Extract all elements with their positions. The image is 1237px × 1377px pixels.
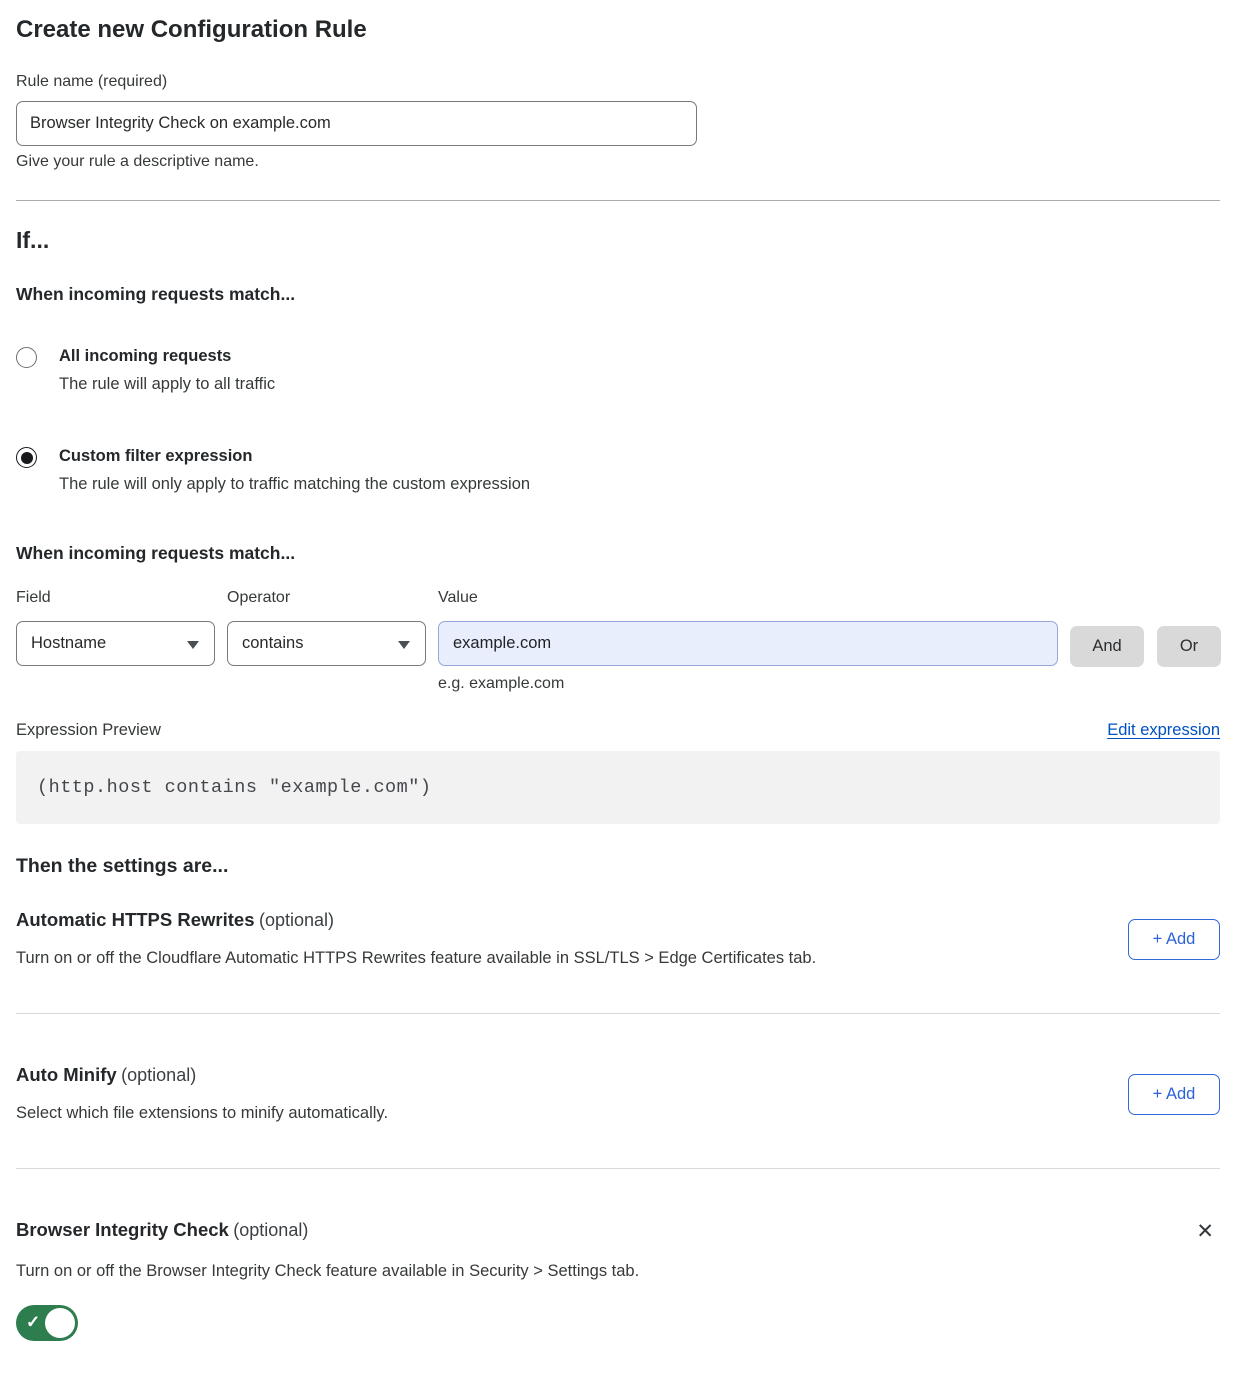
- field-select[interactable]: Hostname: [16, 621, 215, 666]
- setting-description: Turn on or off the Browser Integrity Che…: [16, 1262, 1220, 1281]
- if-heading: If...: [16, 227, 1220, 254]
- setting-title: Auto Minify: [16, 1064, 117, 1085]
- setting-header: Browser Integrity Check (optional) ✕: [16, 1219, 1220, 1244]
- setting-text: Auto Minify (optional) Select which file…: [16, 1064, 388, 1123]
- browser-integrity-check-toggle[interactable]: ✓: [16, 1305, 78, 1341]
- operator-column: Operator contains: [227, 589, 426, 693]
- add-auto-minify-button[interactable]: + Add: [1128, 1074, 1220, 1115]
- chevron-down-icon: [187, 641, 199, 649]
- add-automatic-https-rewrites-button[interactable]: + Add: [1128, 919, 1220, 960]
- expression-builder-row: Field Hostname Operator contains Value e…: [16, 589, 1220, 693]
- toggle-knob: [45, 1308, 75, 1338]
- radio-option-text: All incoming requests The rule will appl…: [59, 346, 275, 395]
- field-select-value: Hostname: [31, 634, 106, 653]
- check-icon: ✓: [26, 1313, 40, 1333]
- setting-optional-tag: (optional): [233, 1220, 308, 1240]
- setting-divider: [16, 1013, 1220, 1014]
- setting-title-line: Auto Minify (optional): [16, 1064, 388, 1086]
- setting-browser-integrity-check: Browser Integrity Check (optional) ✕ Tur…: [16, 1219, 1220, 1341]
- operator-select[interactable]: contains: [227, 621, 426, 666]
- value-input[interactable]: [438, 621, 1058, 666]
- setting-text: Automatic HTTPS Rewrites (optional) Turn…: [16, 909, 816, 968]
- setting-title: Browser Integrity Check: [16, 1219, 229, 1240]
- and-button[interactable]: And: [1070, 626, 1144, 667]
- radio-all-requests-label: All incoming requests: [59, 346, 275, 367]
- radio-option-all-requests[interactable]: All incoming requests The rule will appl…: [16, 346, 1220, 395]
- setting-optional-tag: (optional): [259, 910, 334, 930]
- page-title: Create new Configuration Rule: [16, 16, 1220, 44]
- then-heading: Then the settings are...: [16, 855, 1220, 878]
- setting-optional-tag: (optional): [121, 1065, 196, 1085]
- match-subheading: When incoming requests match...: [16, 284, 1220, 305]
- radio-custom-filter-desc: The rule will only apply to traffic matc…: [59, 474, 530, 495]
- rule-name-label: Rule name (required): [16, 73, 1220, 91]
- or-button[interactable]: Or: [1157, 626, 1221, 667]
- builder-heading: When incoming requests match...: [16, 543, 1220, 564]
- value-label: Value: [438, 589, 1058, 607]
- setting-title: Automatic HTTPS Rewrites: [16, 909, 255, 930]
- radio-all-requests-desc: The rule will apply to all traffic: [59, 374, 275, 395]
- operator-select-value: contains: [242, 634, 303, 653]
- setting-title-line: Browser Integrity Check (optional): [16, 1219, 308, 1241]
- setting-description: Turn on or off the Cloudflare Automatic …: [16, 949, 816, 968]
- radio-custom-filter[interactable]: [16, 447, 37, 468]
- section-divider: [16, 200, 1220, 201]
- expression-code-text: (http.host contains "example.com"): [37, 777, 431, 798]
- setting-auto-minify: Auto Minify (optional) Select which file…: [16, 1064, 1220, 1123]
- chevron-down-icon: [398, 641, 410, 649]
- edit-expression-link[interactable]: Edit expression: [1107, 721, 1220, 740]
- value-column: Value e.g. example.com: [438, 589, 1058, 693]
- rule-name-input[interactable]: [16, 101, 697, 146]
- value-hint: e.g. example.com: [438, 675, 1058, 693]
- setting-divider: [16, 1168, 1220, 1169]
- logic-buttons: And Or: [1070, 626, 1221, 693]
- radio-option-custom-filter[interactable]: Custom filter expression The rule will o…: [16, 446, 1220, 495]
- operator-label: Operator: [227, 589, 426, 607]
- radio-all-requests[interactable]: [16, 347, 37, 368]
- rule-name-help: Give your rule a descriptive name.: [16, 153, 1220, 171]
- expression-preview-code: (http.host contains "example.com"): [16, 751, 1220, 824]
- field-label: Field: [16, 589, 215, 607]
- radio-option-text: Custom filter expression The rule will o…: [59, 446, 530, 495]
- field-column: Field Hostname: [16, 589, 215, 693]
- configuration-rule-form: Create new Configuration Rule Rule name …: [0, 0, 1237, 1356]
- setting-title-line: Automatic HTTPS Rewrites (optional): [16, 909, 816, 931]
- expression-preview-row: Expression Preview Edit expression: [16, 721, 1220, 740]
- setting-automatic-https-rewrites: Automatic HTTPS Rewrites (optional) Turn…: [16, 909, 1220, 968]
- close-icon[interactable]: ✕: [1190, 1219, 1220, 1244]
- radio-custom-filter-label: Custom filter expression: [59, 446, 530, 467]
- expression-preview-label: Expression Preview: [16, 721, 161, 740]
- setting-description: Select which file extensions to minify a…: [16, 1104, 388, 1123]
